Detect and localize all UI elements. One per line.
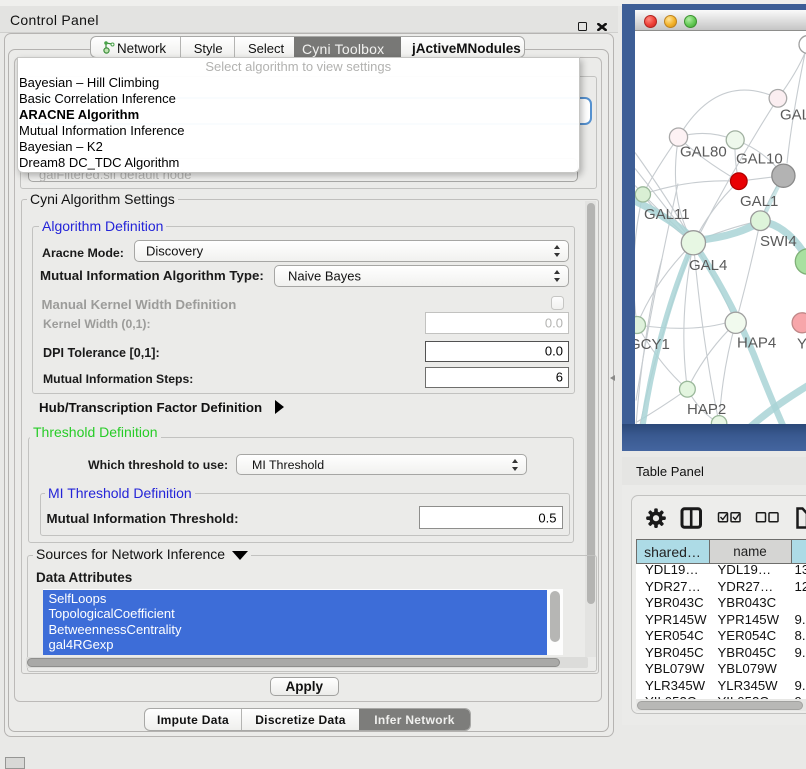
svg-text:GAL1: GAL1	[740, 193, 778, 210]
svg-text:YB: YB	[797, 335, 806, 352]
svg-text:GAL80: GAL80	[680, 143, 727, 160]
svg-text:GAL10: GAL10	[736, 150, 783, 167]
svg-text:HAP4: HAP4	[737, 334, 776, 351]
svg-text:GAL11: GAL11	[644, 206, 690, 223]
svg-text:GAL4: GAL4	[689, 257, 727, 274]
svg-text:SWI4: SWI4	[760, 233, 797, 250]
svg-text:HAP2: HAP2	[687, 401, 726, 418]
svg-text:GCY1: GCY1	[635, 336, 670, 353]
svg-text:GAL7: GAL7	[780, 106, 806, 123]
